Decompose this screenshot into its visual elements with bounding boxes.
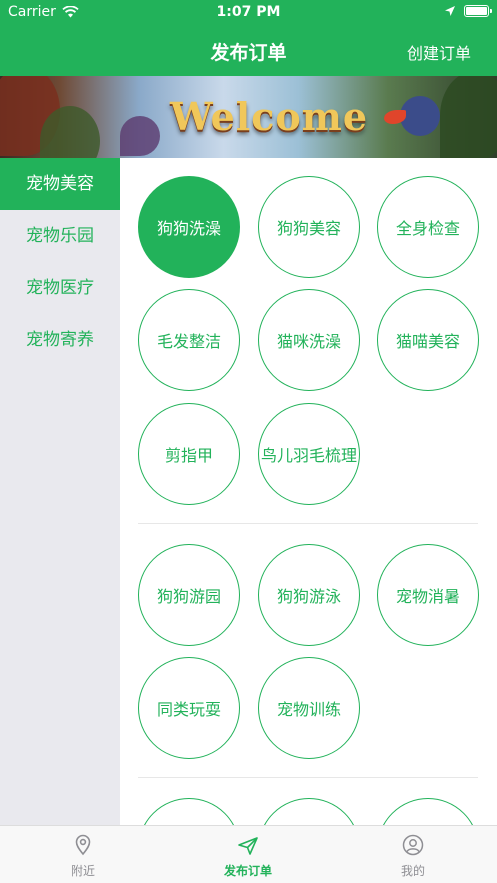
toucan-illustration <box>384 96 440 136</box>
service-dog-bath[interactable]: 狗狗洗澡 <box>138 176 240 278</box>
service-same-kind-play[interactable]: 同类玩耍 <box>138 657 240 759</box>
service-dog-swim[interactable]: 狗狗游泳 <box>258 544 360 646</box>
paper-plane-icon <box>238 837 258 855</box>
service-full-checkup[interactable]: 全身检查 <box>377 176 479 278</box>
tab-bar: 附近 发布订单 我的 <box>0 825 497 883</box>
service-cat-grooming[interactable]: 猫喵美容 <box>377 289 479 391</box>
service-item-partial[interactable] <box>258 798 360 825</box>
battery-icon <box>464 5 492 17</box>
tab-nearby[interactable]: 附近 <box>23 826 143 883</box>
service-item-partial[interactable] <box>377 798 479 825</box>
status-bar: Carrier 1:07 PM <box>0 0 497 26</box>
leaf-decoration <box>120 116 160 156</box>
status-time: 1:07 PM <box>216 4 281 20</box>
user-icon <box>402 834 424 856</box>
service-grid: 狗狗洗澡 狗狗美容 全身检查 毛发整洁 猫咪洗澡 猫喵美容 剪指甲 鸟儿羽毛梳理… <box>120 158 497 825</box>
tab-publish-order[interactable]: 发布订单 <box>188 826 308 883</box>
sidebar-item-park[interactable]: 宠物乐园 <box>0 210 120 262</box>
tab-label: 附近 <box>70 864 95 878</box>
section-divider <box>138 777 478 778</box>
service-pet-training[interactable]: 宠物训练 <box>258 657 360 759</box>
location-arrow-icon <box>445 6 455 16</box>
header: Carrier 1:07 PM 发布订单 创建订单 <box>0 0 497 76</box>
service-cat-bath[interactable]: 猫咪洗澡 <box>258 289 360 391</box>
category-sidebar: 宠物美容 宠物乐园 宠物医疗 宠物寄养 <box>0 158 120 825</box>
leaf-decoration <box>440 76 497 158</box>
sidebar-item-grooming[interactable]: 宠物美容 <box>0 158 120 210</box>
service-fur-tidy[interactable]: 毛发整洁 <box>138 289 240 391</box>
sidebar-item-boarding[interactable]: 宠物寄养 <box>0 314 120 366</box>
tab-label: 发布订单 <box>223 864 272 878</box>
welcome-text: Welcome <box>170 94 369 139</box>
service-bird-feather[interactable]: 鸟儿羽毛梳理 <box>258 403 360 505</box>
sidebar-item-medical[interactable]: 宠物医疗 <box>0 262 120 314</box>
tab-mine[interactable]: 我的 <box>353 826 473 883</box>
service-nail-trim[interactable]: 剪指甲 <box>138 403 240 505</box>
tab-label: 我的 <box>400 864 425 878</box>
location-pin-icon <box>75 834 91 856</box>
service-item-partial[interactable] <box>138 798 240 825</box>
service-dog-park[interactable]: 狗狗游园 <box>138 544 240 646</box>
create-order-button[interactable]: 创建订单 <box>407 40 471 64</box>
service-dog-grooming[interactable]: 狗狗美容 <box>258 176 360 278</box>
section-divider <box>138 523 478 524</box>
status-right <box>444 5 492 17</box>
welcome-banner[interactable]: Welcome <box>0 76 497 158</box>
service-pet-cooling[interactable]: 宠物消暑 <box>377 544 479 646</box>
